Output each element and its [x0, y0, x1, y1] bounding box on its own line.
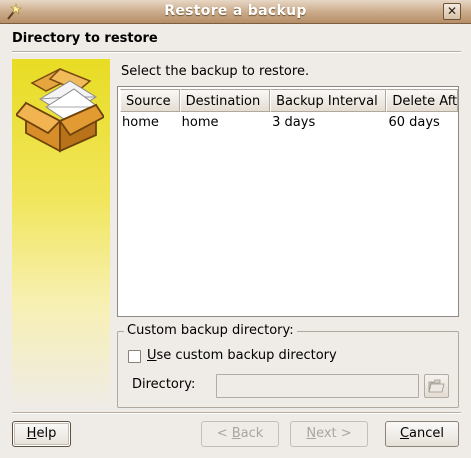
- browse-directory-button[interactable]: [424, 374, 449, 398]
- column-header-delete-after[interactable]: Delete Aft: [386, 89, 458, 112]
- next-button[interactable]: Next >: [290, 421, 368, 447]
- backup-list-header: Source Destination Backup Interval Delet…: [120, 89, 458, 112]
- page-title: Directory to restore: [12, 31, 158, 46]
- cancel-button[interactable]: Cancel: [385, 421, 459, 447]
- use-custom-directory-label[interactable]: Use custom backup directory: [147, 348, 337, 363]
- directory-field[interactable]: [216, 374, 419, 398]
- folder-open-icon: [428, 379, 445, 393]
- directory-label: Directory:: [132, 377, 196, 392]
- close-button[interactable]: ✕: [443, 3, 461, 20]
- column-header-backup-interval[interactable]: Backup Interval: [270, 89, 387, 112]
- close-icon: ✕: [446, 4, 458, 18]
- cell-backup-interval: 3 days: [272, 115, 316, 130]
- page-header: Directory to restore: [0, 24, 471, 52]
- sidebar-banner: [12, 59, 110, 409]
- help-button[interactable]: Help: [12, 421, 71, 447]
- column-header-destination[interactable]: Destination: [179, 89, 271, 112]
- back-button[interactable]: < Back: [201, 421, 279, 447]
- window-title: Restore a backup: [164, 3, 307, 19]
- backup-list[interactable]: Source Destination Backup Interval Delet…: [117, 86, 459, 317]
- table-row[interactable]: home home 3 days 60 days: [120, 115, 458, 133]
- header-divider: [12, 51, 461, 53]
- button-area-divider: [12, 412, 461, 414]
- custom-directory-legend: Custom backup directory:: [124, 323, 297, 338]
- cell-destination: home: [181, 115, 219, 130]
- use-custom-directory-checkbox[interactable]: [128, 350, 141, 363]
- cell-delete-after: 60 days: [388, 115, 440, 130]
- select-backup-prompt: Select the backup to restore.: [121, 64, 310, 79]
- column-header-source[interactable]: Source: [120, 89, 180, 112]
- title-bar[interactable]: Restore a backup ✕: [0, 0, 471, 24]
- cell-source: home: [122, 115, 159, 130]
- package-with-envelopes-icon: [16, 68, 104, 153]
